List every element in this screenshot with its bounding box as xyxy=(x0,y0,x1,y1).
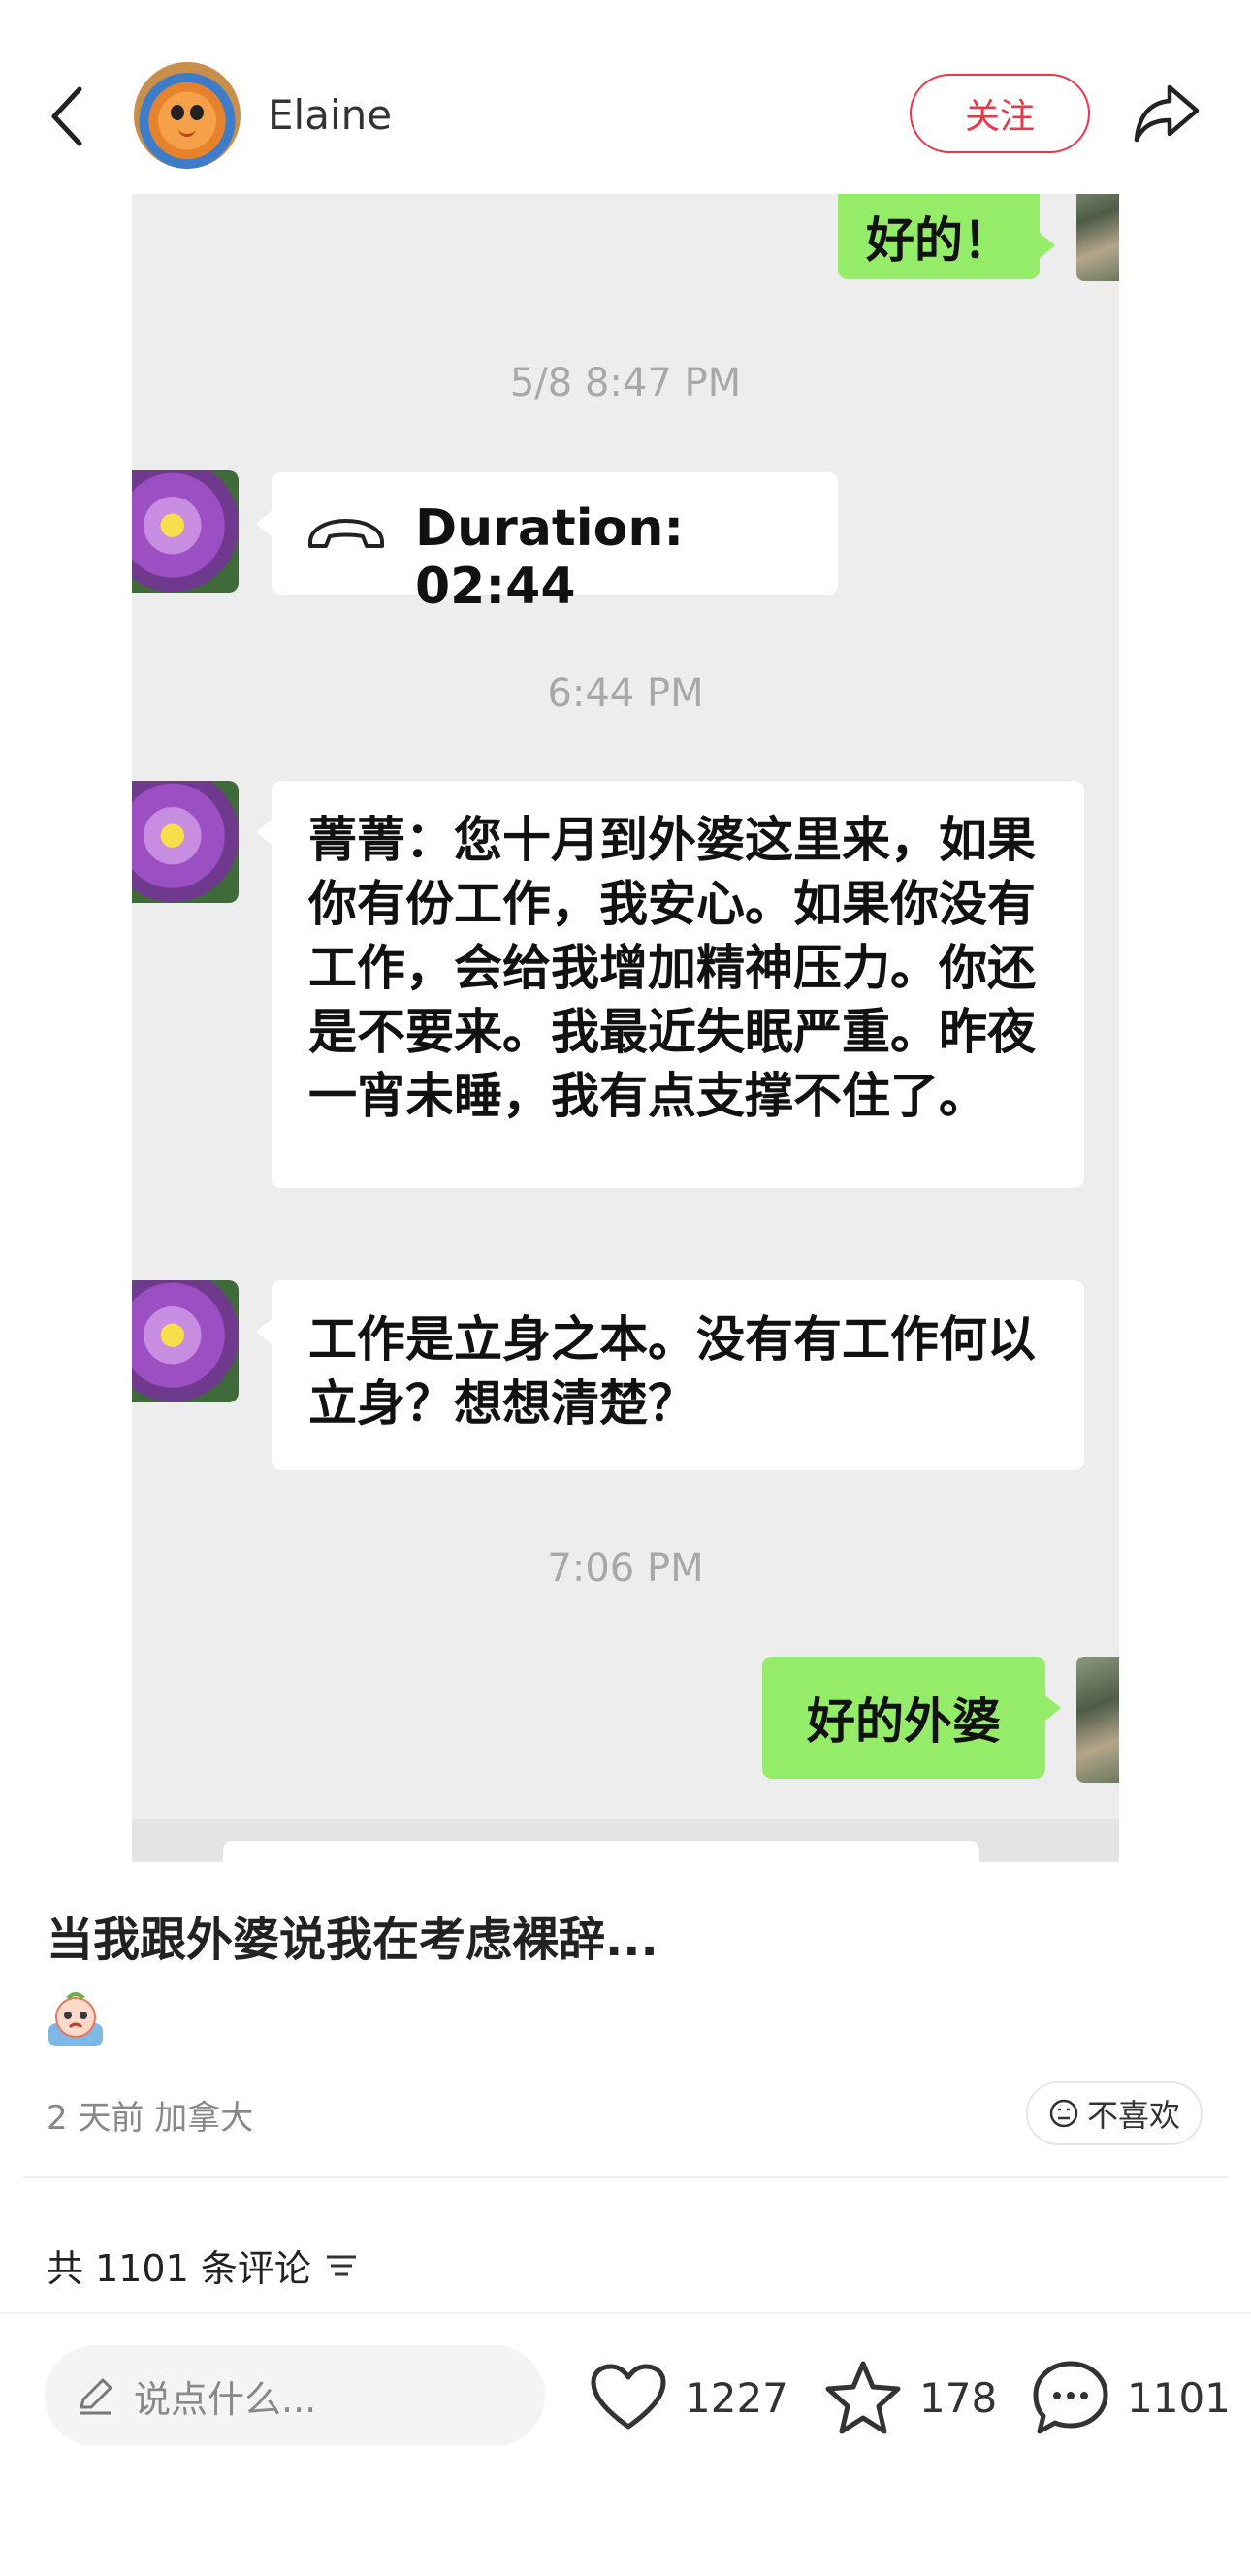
call-record-bubble: Duration: 02:44 xyxy=(256,472,838,616)
call-duration: Duration: 02:44 xyxy=(415,499,685,616)
post-image-chat-screenshot[interactable]: 好的！ 5/8 8:47 PM Duration: 02:44 6:44 PM … xyxy=(132,194,1119,1862)
share-icon[interactable] xyxy=(1131,80,1203,147)
chat-bubble-self: 好的外婆 xyxy=(762,1657,1061,1779)
sort-filter-icon[interactable] xyxy=(325,2251,358,2280)
chat-message-text: 菁菁：您十月到外婆这里来，如果你有份工作，我安心。如果你没有工作，会给我增加精神… xyxy=(308,812,1036,1124)
collect-button[interactable]: 178 xyxy=(824,2357,997,2438)
like-button[interactable]: 1227 xyxy=(590,2357,788,2438)
self-avatar xyxy=(1076,1657,1119,1783)
comment-input-placeholder: 说点什么... xyxy=(134,2377,317,2421)
star-icon xyxy=(825,2361,901,2434)
grandma-avatar xyxy=(132,781,239,903)
chat-timestamp: 5/8 8:47 PM xyxy=(509,361,742,405)
comments-summary[interactable]: 共 1101 条评论 xyxy=(47,2238,358,2292)
comments-summary-text: 共 1101 条评论 xyxy=(47,2247,311,2290)
neutral-face-icon xyxy=(1049,2099,1078,2128)
follow-button[interactable]: 关注 xyxy=(910,74,1090,153)
comment-count: 1101 xyxy=(1127,2373,1231,2422)
chat-message-text: 工作是立身之本。没有有工作何以立身？想想清楚？ xyxy=(308,1311,1036,1432)
author-avatar[interactable] xyxy=(134,62,241,169)
divider xyxy=(23,2176,1228,2178)
dislike-label: 不喜欢 xyxy=(1086,2097,1180,2134)
post-meta: 2 天前 加拿大 xyxy=(47,2099,254,2138)
chat-timestamp: 7:06 PM xyxy=(547,1546,704,1591)
post-title: 当我跟外婆说我在考虑裸辞... xyxy=(47,1913,658,1967)
dislike-button[interactable]: 不喜欢 xyxy=(1026,2081,1203,2145)
crying-face-emoji-icon xyxy=(48,1992,103,2046)
back-arrow-icon[interactable] xyxy=(41,78,99,155)
pencil-icon xyxy=(80,2378,112,2415)
bottom-action-bar: 说点什么... 1227 178 1101 xyxy=(0,2312,1251,2576)
self-avatar xyxy=(1076,194,1119,281)
comment-input[interactable]: 说点什么... xyxy=(45,2345,545,2446)
top-bar: Elaine 关注 xyxy=(0,0,1251,194)
grandma-avatar xyxy=(132,1280,239,1402)
comment-button[interactable]: 1101 xyxy=(1032,2357,1231,2438)
phone-hangup-icon xyxy=(308,519,384,548)
heart-icon xyxy=(591,2364,666,2430)
chat-bubble-grandma: 工作是立身之本。没有有工作何以立身？想想清楚？ xyxy=(256,1280,1084,1470)
chat-bubble-self: 好的！ xyxy=(838,194,1055,279)
chat-timestamp: 6:44 PM xyxy=(547,671,704,716)
chat-bubble-grandma: 菁菁：您十月到外婆这里来，如果你有份工作，我安心。如果你没有工作，会给我增加精神… xyxy=(256,781,1084,1188)
author-name[interactable]: Elaine xyxy=(268,91,392,139)
grandma-avatar xyxy=(132,470,239,593)
comment-bubble-icon xyxy=(1033,2361,1108,2434)
collect-count: 178 xyxy=(919,2373,998,2422)
like-count: 1227 xyxy=(685,2373,788,2422)
